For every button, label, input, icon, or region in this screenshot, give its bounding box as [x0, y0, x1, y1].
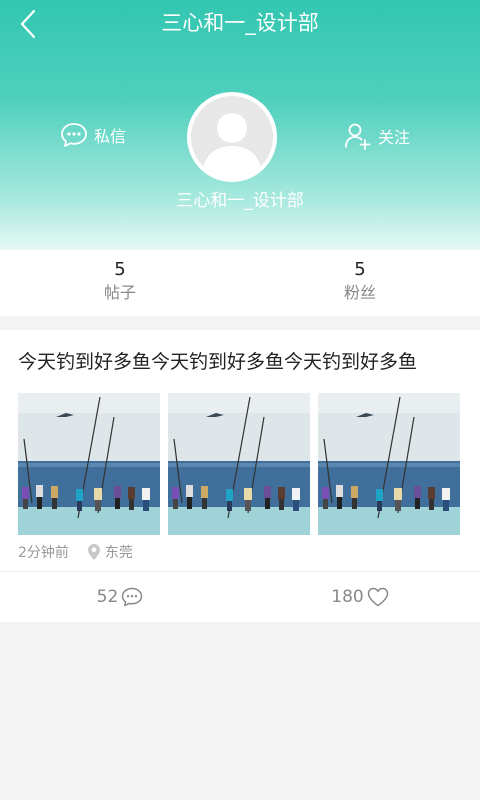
post-location: 东莞 — [87, 542, 133, 562]
fishing-photo — [168, 393, 310, 535]
follow-label: 关注 — [378, 128, 411, 147]
like-count: 180 — [331, 587, 364, 607]
avatar[interactable] — [187, 92, 277, 182]
page-title: 三心和一_设计部 — [161, 11, 319, 35]
post-title: 今天钓到好多鱼今天钓到好多鱼今天钓到好多鱼 — [18, 351, 418, 373]
stat-posts[interactable]: 5 帖子 — [0, 250, 240, 316]
post-meta: 2分钟前 东莞 — [18, 542, 133, 562]
posts-count: 5 — [114, 259, 126, 280]
post-photos — [18, 393, 460, 535]
post-photo[interactable] — [18, 393, 160, 535]
user-silhouette-icon — [202, 113, 262, 178]
post-card[interactable]: 今天钓到好多鱼今天钓到好多鱼今天钓到好多鱼 2分钟前 东莞 52 180 — [0, 330, 480, 622]
post-actions: 52 180 — [0, 572, 480, 622]
user-add-icon — [345, 123, 371, 150]
post-photo[interactable] — [318, 393, 460, 535]
location-text: 东莞 — [104, 545, 133, 561]
posts-label: 帖子 — [103, 283, 136, 302]
heart-icon — [367, 587, 388, 607]
like-button[interactable]: 180 — [240, 572, 480, 622]
follow-button[interactable]: 关注 — [344, 122, 410, 150]
comment-icon — [122, 587, 143, 607]
user-name: 三心和一_设计部 — [176, 191, 304, 211]
message-button[interactable]: 私信 — [60, 122, 126, 148]
post-time: 2分钟前 — [18, 545, 69, 561]
stat-followers[interactable]: 5 粉丝 — [240, 250, 480, 316]
location-pin-icon — [87, 544, 100, 560]
chat-bubble-icon — [61, 123, 87, 147]
message-label: 私信 — [94, 127, 127, 146]
followers-label: 粉丝 — [343, 283, 376, 302]
stats-bar: 5 帖子 5 粉丝 — [0, 250, 480, 316]
comment-count: 52 — [96, 587, 119, 607]
fishing-photo — [18, 393, 160, 535]
fishing-photo — [318, 393, 460, 535]
followers-count: 5 — [354, 259, 366, 280]
post-photo[interactable] — [168, 393, 310, 535]
profile-header: 三心和一_设计部 私信 关注 三心和一_设计部 — [0, 0, 480, 250]
avatar-placeholder — [191, 96, 273, 178]
comment-button[interactable]: 52 — [0, 572, 240, 622]
